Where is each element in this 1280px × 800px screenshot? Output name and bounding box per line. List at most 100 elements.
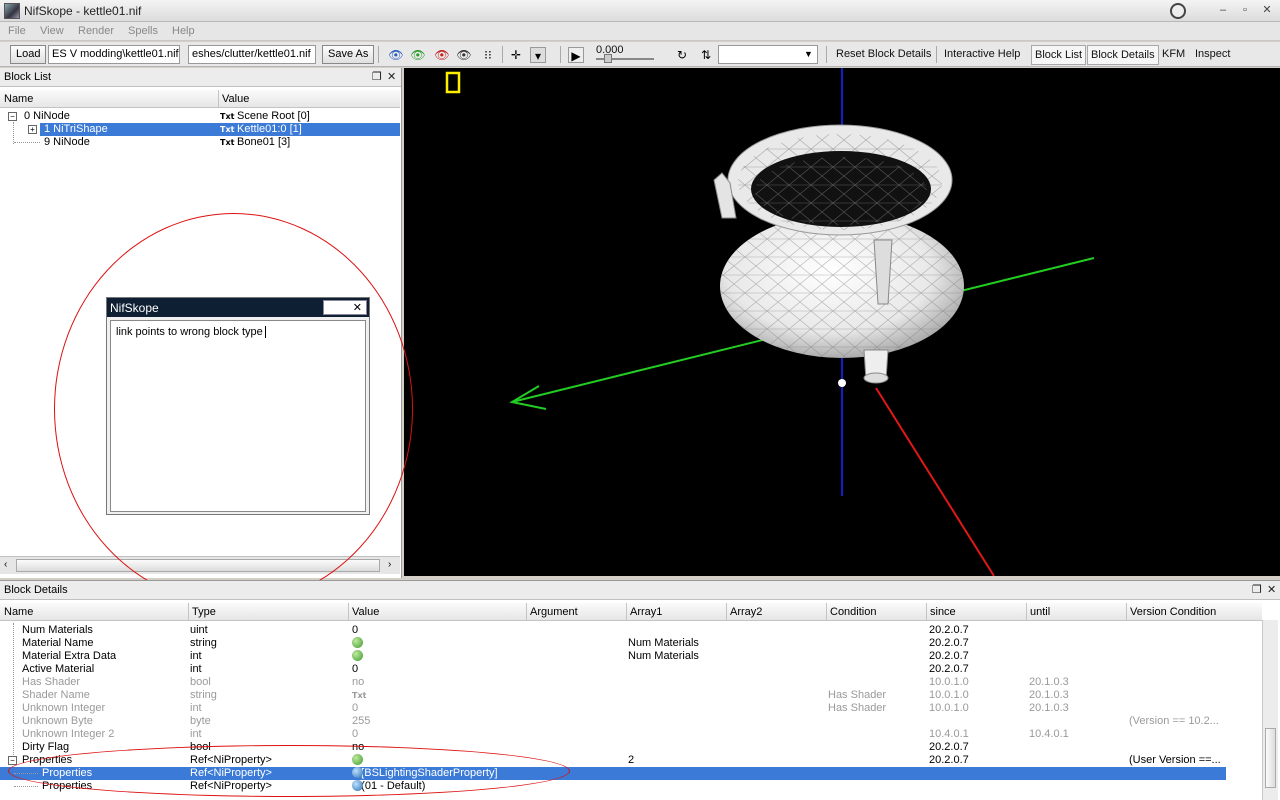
kfm-button[interactable]: KFM	[1162, 47, 1185, 61]
save-as-button[interactable]: Save As	[322, 45, 375, 64]
collapse-icon[interactable]: −	[8, 112, 17, 121]
inspect-button[interactable]: Inspect	[1195, 47, 1230, 61]
restore-button[interactable]: ▫	[1236, 3, 1254, 19]
scene-svg	[445, 68, 1095, 576]
detail-value: Txt	[352, 691, 367, 700]
close-button[interactable]: ✕	[1258, 3, 1276, 19]
detail-row[interactable]: Has Shader bool no 10.0.1.0 20.1.0.3	[0, 676, 1226, 689]
view-eye-red-icon[interactable]: 👁	[434, 47, 450, 63]
view-eye-dark-icon[interactable]: 👁	[456, 47, 472, 63]
detail-row[interactable]: Unknown Integer 2 int 0 10.4.0.1 10.4.0.1	[0, 728, 1226, 741]
footprints-icon[interactable]: ⁝⁝	[480, 47, 496, 63]
detail-value: 0	[352, 728, 359, 740]
detail-value: 0	[352, 702, 359, 714]
close-icon[interactable]: ✕	[387, 70, 396, 83]
detail-type: bool	[190, 676, 211, 688]
dialog-close-button[interactable]: ✕	[323, 300, 367, 315]
column-divider	[1026, 603, 1027, 621]
detail-since: 20.2.0.7	[929, 754, 969, 766]
tree-row-value: Bone01 [3]	[237, 136, 291, 148]
vertical-scrollbar[interactable]	[1262, 620, 1278, 800]
scroll-right-icon[interactable]: ›	[388, 559, 391, 570]
block-list-toggle[interactable]: Block List	[1031, 45, 1087, 65]
view-dropdown-icon[interactable]: ▾	[530, 47, 546, 63]
detail-until: 10.4.0.1	[1029, 728, 1069, 740]
detail-type: int	[190, 650, 202, 662]
column-argument[interactable]: Argument	[530, 606, 578, 618]
detail-row[interactable]: Material Extra Data int Num Materials 20.2.…	[0, 650, 1226, 663]
detail-array1: Num Materials	[628, 650, 699, 662]
column-value[interactable]: Value	[352, 606, 379, 618]
menu-file[interactable]: File	[8, 25, 26, 37]
play-icon[interactable]: ▶	[568, 47, 584, 63]
column-version-condition[interactable]: Version Condition	[1130, 606, 1216, 618]
detail-row[interactable]: Num Materials uint 0 20.2.0.7	[0, 624, 1226, 637]
toolbar-separator	[560, 46, 561, 63]
tree-row[interactable]: 9 NiNode Txt Bone01 [3]	[0, 136, 400, 149]
reset-block-details-button[interactable]: Reset Block Details	[836, 47, 931, 61]
block-list-title-bar: Block List ❐ ✕	[0, 68, 401, 87]
close-icon[interactable]: ✕	[1267, 583, 1276, 596]
detail-value: 0	[352, 624, 359, 636]
detail-vcond: (Version == 10.2...	[1129, 715, 1219, 727]
switch-icon[interactable]: ⇅	[698, 47, 714, 63]
scroll-left-icon[interactable]: ‹	[4, 559, 7, 570]
dialog-message-area[interactable]: link points to wrong block type	[110, 320, 366, 512]
column-condition[interactable]: Condition	[830, 606, 876, 618]
detail-since: 20.2.0.7	[929, 663, 969, 675]
animation-select[interactable]	[718, 45, 818, 64]
minimize-button[interactable]: –	[1214, 3, 1232, 19]
menu-spells[interactable]: Spells	[128, 25, 158, 37]
tree-row[interactable]: − 0 NiNode Txt Scene Root [0]	[0, 110, 400, 123]
toolbar-separator	[502, 46, 503, 63]
time-slider-handle[interactable]	[604, 54, 612, 63]
column-name[interactable]: Name	[4, 93, 33, 105]
save-path-field[interactable]: eshes/clutter/kettle01.nif	[188, 45, 316, 64]
detail-until: 20.1.0.3	[1029, 689, 1069, 701]
column-until[interactable]: until	[1030, 606, 1050, 618]
column-divider	[626, 603, 627, 621]
block-details-toggle[interactable]: Block Details	[1087, 45, 1159, 65]
chevron-down-icon[interactable]: ▼	[804, 49, 813, 59]
column-since[interactable]: since	[930, 606, 956, 618]
scrollbar-thumb[interactable]	[1265, 728, 1276, 788]
float-icon[interactable]: ❐	[372, 70, 382, 83]
detail-since: 10.0.1.0	[929, 702, 969, 714]
menu-view[interactable]: View	[40, 25, 64, 37]
load-path-field[interactable]: ES V modding\kettle01.nif	[48, 45, 180, 64]
move-axis-icon[interactable]: ✛	[508, 47, 524, 63]
block-details-header: Name Type Value Argument Array1 Array2 C…	[0, 603, 1262, 621]
float-icon[interactable]: ❐	[1252, 583, 1262, 596]
system-menu-icon[interactable]	[1170, 3, 1186, 19]
text-cursor	[264, 326, 269, 338]
expand-icon[interactable]: +	[28, 125, 37, 134]
detail-row[interactable]: Unknown Byte byte 255 (Version == 10.2...	[0, 715, 1226, 728]
column-divider	[348, 603, 349, 621]
column-value[interactable]: Value	[222, 93, 249, 105]
detail-row[interactable]: Unknown Integer int 0 Has Shader 10.0.1.0 20.…	[0, 702, 1226, 715]
detail-row[interactable]: Active Material int 0 20.2.0.7	[0, 663, 1226, 676]
tree-row-value: Scene Root [0]	[237, 110, 310, 122]
detail-type: uint	[190, 624, 208, 636]
load-button[interactable]: Load	[10, 45, 47, 64]
view-eye-icon[interactable]: 👁	[388, 47, 404, 63]
detail-type: int	[190, 728, 202, 740]
render-viewport[interactable]	[404, 68, 1280, 576]
column-array2[interactable]: Array2	[730, 606, 762, 618]
view-eye-green-icon[interactable]: 👁	[410, 47, 426, 63]
interactive-help-button[interactable]: Interactive Help	[944, 47, 1020, 61]
menu-render[interactable]: Render	[78, 25, 114, 37]
array-icon[interactable]	[352, 650, 363, 661]
detail-row[interactable]: Material Name string Num Materials 20.2.0.7	[0, 637, 1226, 650]
array-icon[interactable]	[352, 637, 363, 648]
detail-row[interactable]: Shader Name string Txt Has Shader 10.0.1.0 20…	[0, 689, 1226, 702]
loop-icon[interactable]: ↻	[674, 47, 690, 63]
column-name[interactable]: Name	[4, 606, 33, 618]
detail-until: 20.1.0.3	[1029, 676, 1069, 688]
dialog-title: NifSkope	[110, 301, 159, 315]
tree-row[interactable]: + 1 NiTriShape Txt Kettle01:0 [1]	[0, 123, 400, 136]
column-array1[interactable]: Array1	[630, 606, 662, 618]
column-type[interactable]: Type	[192, 606, 216, 618]
toolbar-separator	[826, 46, 827, 63]
menu-help[interactable]: Help	[172, 25, 195, 37]
